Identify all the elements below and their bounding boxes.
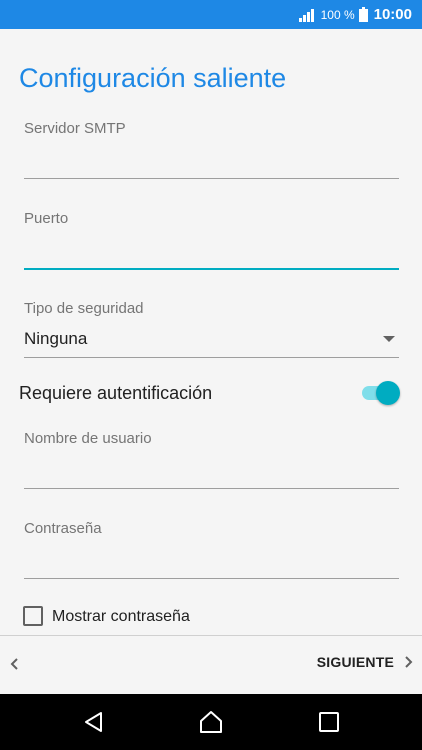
wizard-footer: SIGUIENTE <box>0 635 422 695</box>
show-password-checkbox[interactable] <box>23 606 43 626</box>
smtp-server-input[interactable] <box>24 145 399 175</box>
page-title: Configuración saliente <box>19 63 287 93</box>
system-nav-bar <box>0 694 422 750</box>
requires-auth-toggle[interactable] <box>362 381 400 405</box>
security-type-label: Tipo de seguridad <box>24 300 144 317</box>
status-bar: 100 % 10:00 <box>0 0 422 29</box>
chevron-right-icon <box>405 656 413 668</box>
password-underline <box>24 578 399 579</box>
smtp-server-underline <box>24 178 399 179</box>
port-label: Puerto <box>24 210 69 227</box>
signal-icon <box>298 8 314 22</box>
username-underline <box>24 488 399 489</box>
next-button-label: SIGUIENTE <box>316 654 394 670</box>
battery-icon <box>358 7 368 22</box>
show-password-label[interactable]: Mostrar contraseña <box>52 608 190 626</box>
requires-auth-label: Requiere autentificación <box>19 383 213 403</box>
chevron-down-icon[interactable] <box>383 336 395 342</box>
port-input[interactable] <box>24 235 399 265</box>
chevron-left-icon[interactable] <box>9 656 21 672</box>
security-type-underline <box>24 357 399 358</box>
password-input[interactable] <box>24 545 399 575</box>
security-type-select[interactable]: Ninguna <box>24 329 87 349</box>
toggle-thumb <box>376 381 400 405</box>
next-button[interactable]: SIGUIENTE <box>317 654 414 670</box>
smtp-server-label: Servidor SMTP <box>24 120 126 137</box>
battery-percentage: 100 % <box>320 7 355 22</box>
back-icon[interactable] <box>82 710 106 734</box>
clock: 10:00 <box>373 6 412 23</box>
port-underline <box>24 268 399 270</box>
password-label: Contraseña <box>24 520 102 537</box>
outgoing-settings-form: Configuración saliente Servidor SMTP Pue… <box>0 29 422 635</box>
username-label: Nombre de usuario <box>24 430 152 447</box>
username-input[interactable] <box>24 455 399 485</box>
home-icon[interactable] <box>199 710 223 734</box>
recents-icon[interactable] <box>317 710 341 734</box>
